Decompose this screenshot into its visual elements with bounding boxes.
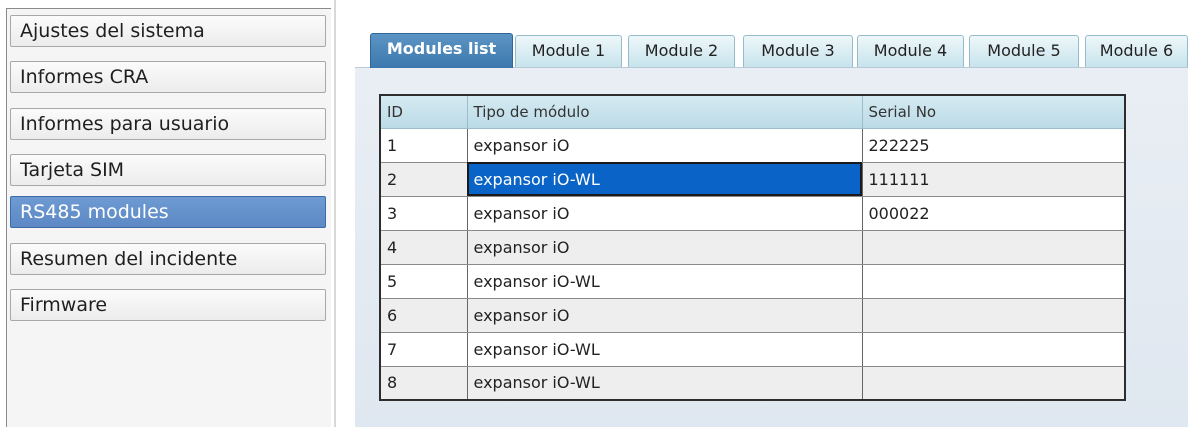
cell-module-type[interactable]: expansor iO [467,298,863,333]
table-row[interactable]: 1 expansor iO 222225 [380,128,1126,163]
sidebar-item-ajustes-del-sistema[interactable]: Ajustes del sistema [10,15,326,47]
tab-module-1[interactable]: Module 1 [515,35,622,67]
cell-module-type-selected[interactable]: expansor iO-WL [467,162,863,197]
cell-serial-no[interactable] [862,298,1126,333]
cell-id[interactable]: 3 [380,196,468,231]
tab-module-3[interactable]: Module 3 [743,35,853,67]
table-header-row: ID Tipo de módulo Serial No [380,95,1126,129]
table-row[interactable]: 7 expansor iO-WL [380,332,1126,367]
sidebar-item-informes-para-usuario[interactable]: Informes para usuario [10,108,326,140]
table-row[interactable]: 5 expansor iO-WL [380,264,1126,299]
tab-module-6[interactable]: Module 6 [1085,35,1188,67]
cell-serial-no[interactable]: 111111 [862,162,1126,197]
module-tabs: Modules list Module 1 Module 2 Module 3 … [370,33,1188,68]
cell-id[interactable]: 8 [380,366,468,401]
cell-serial-no[interactable] [862,230,1126,265]
cell-id[interactable]: 7 [380,332,468,367]
tab-module-5[interactable]: Module 5 [969,35,1079,67]
column-header-serial-no[interactable]: Serial No [862,95,1126,129]
cell-module-type[interactable]: expansor iO [467,128,863,163]
tab-modules-list[interactable]: Modules list [370,33,513,68]
modules-table: ID Tipo de módulo Serial No 1 expansor i… [379,94,1126,401]
sidebar: Ajustes del sistema Informes CRA Informe… [6,8,331,427]
sidebar-item-informes-cra[interactable]: Informes CRA [10,61,326,93]
cell-id[interactable]: 5 [380,264,468,299]
cell-serial-no[interactable]: 222225 [862,128,1126,163]
column-header-id[interactable]: ID [380,95,468,129]
cell-id[interactable]: 2 [380,162,468,197]
sidebar-item-resumen-del-incidente[interactable]: Resumen del incidente [10,243,326,275]
table-row[interactable]: 3 expansor iO 000022 [380,196,1126,231]
table-row[interactable]: 8 expansor iO-WL [380,366,1126,401]
column-header-module-type[interactable]: Tipo de módulo [467,95,863,129]
cell-module-type[interactable]: expansor iO [467,196,863,231]
cell-serial-no[interactable]: 000022 [862,196,1126,231]
cell-module-type[interactable]: expansor iO-WL [467,366,863,401]
tab-module-4[interactable]: Module 4 [857,35,964,67]
sidebar-item-rs485-modules[interactable]: RS485 modules [10,196,326,228]
cell-module-type[interactable]: expansor iO [467,230,863,265]
tab-module-2[interactable]: Module 2 [628,35,735,67]
table-row[interactable]: 4 expansor iO [380,230,1126,265]
sidebar-item-firmware[interactable]: Firmware [10,289,326,321]
pane-divider [334,0,336,427]
sidebar-item-tarjeta-sim[interactable]: Tarjeta SIM [10,154,326,186]
cell-id[interactable]: 4 [380,230,468,265]
table-row[interactable]: 2 expansor iO-WL 111111 [380,162,1126,197]
cell-serial-no[interactable] [862,264,1126,299]
cell-module-type[interactable]: expansor iO-WL [467,264,863,299]
cell-id[interactable]: 1 [380,128,468,163]
table-row[interactable]: 6 expansor iO [380,298,1126,333]
cell-module-type[interactable]: expansor iO-WL [467,332,863,367]
cell-serial-no[interactable] [862,366,1126,401]
cell-serial-no[interactable] [862,332,1126,367]
cell-id[interactable]: 6 [380,298,468,333]
